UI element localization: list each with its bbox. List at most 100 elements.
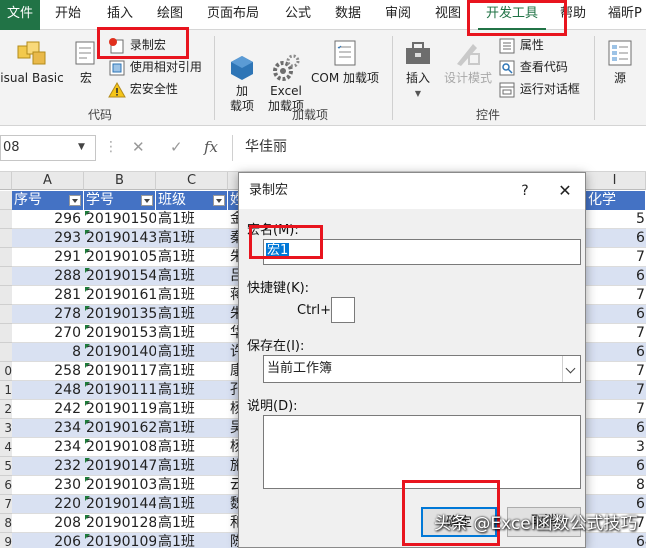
cell-class[interactable]: 高1班 xyxy=(156,286,228,305)
cell-student-id[interactable]: 20190119 xyxy=(84,400,156,419)
macro-name-input[interactable]: 宏1 xyxy=(263,239,581,265)
com-addins-button[interactable]: COM 加载项 xyxy=(308,38,382,86)
column-header-b[interactable]: B xyxy=(84,172,156,190)
cell-class[interactable]: 高1班 xyxy=(156,438,228,457)
cell-class[interactable]: 高1班 xyxy=(156,495,228,514)
cell-chemistry[interactable]: 64 xyxy=(634,533,646,548)
cell-student-id[interactable]: 20190153 xyxy=(84,324,156,343)
cell-chemistry[interactable]: 3 xyxy=(634,438,646,457)
cell-class[interactable]: 高1班 xyxy=(156,362,228,381)
row-header[interactable] xyxy=(0,248,12,267)
cell-seq[interactable]: 281 xyxy=(12,286,84,305)
cell-student-id[interactable]: 20190108 xyxy=(84,438,156,457)
cell-class[interactable]: 高1班 xyxy=(156,400,228,419)
cell-seq[interactable]: 291 xyxy=(12,248,84,267)
cell-chemistry[interactable]: 6 xyxy=(634,267,646,286)
filter-dropdown-icon[interactable] xyxy=(69,195,81,206)
cell-student-id[interactable]: 20190135 xyxy=(84,305,156,324)
tab-data[interactable]: 数据 xyxy=(328,0,368,30)
cell-seq[interactable]: 288 xyxy=(12,267,84,286)
column-header-i[interactable]: I xyxy=(584,172,646,190)
cell-seq[interactable]: 220 xyxy=(12,495,84,514)
row-header[interactable]: 9 xyxy=(0,533,12,548)
row-header[interactable] xyxy=(0,210,12,229)
cell-class[interactable]: 高1班 xyxy=(156,419,228,438)
tab-page-layout[interactable]: 页面布局 xyxy=(200,0,266,30)
cancel-entry-icon[interactable]: ✕ xyxy=(132,138,145,156)
properties-button[interactable]: 属性 xyxy=(498,35,544,55)
cell-chemistry[interactable]: 6 xyxy=(634,305,646,324)
cell-seq[interactable]: 234 xyxy=(12,438,84,457)
row-header[interactable] xyxy=(0,229,12,248)
chevron-down-icon[interactable] xyxy=(562,356,580,382)
cell-seq[interactable]: 296 xyxy=(12,210,84,229)
cell-student-id[interactable]: 20190105 xyxy=(84,248,156,267)
cell-chemistry[interactable]: 7 xyxy=(634,286,646,305)
filter-dropdown-icon[interactable] xyxy=(213,195,225,206)
row-header[interactable] xyxy=(0,267,12,286)
row-header[interactable]: 0 xyxy=(0,362,12,381)
xml-source-button[interactable]: 源 xyxy=(600,38,640,86)
visual-basic-button[interactable]: isual Basic xyxy=(0,38,64,86)
tab-draw[interactable]: 绘图 xyxy=(150,0,190,30)
row-header[interactable] xyxy=(0,324,12,343)
shortcut-key-input[interactable] xyxy=(331,297,355,323)
cell-student-id[interactable]: 20190128 xyxy=(84,514,156,533)
cell-student-id[interactable]: 20190150 xyxy=(84,210,156,229)
row-header[interactable]: 1 xyxy=(0,381,12,400)
insert-function-icon[interactable]: fx xyxy=(204,138,218,156)
cell-student-id[interactable]: 20190117 xyxy=(84,362,156,381)
store-in-select[interactable]: 当前工作簿 xyxy=(263,355,581,383)
cell-seq[interactable]: 8 xyxy=(12,343,84,362)
addins-button[interactable]: 加 载项 xyxy=(222,38,262,129)
row-header[interactable] xyxy=(0,305,12,324)
row-header[interactable]: 3 xyxy=(0,419,12,438)
cell-class[interactable]: 高1班 xyxy=(156,514,228,533)
tab-view[interactable]: 视图 xyxy=(428,0,468,30)
design-mode-button[interactable]: 设计模式 xyxy=(440,38,496,86)
row-header[interactable]: 7 xyxy=(0,495,12,514)
cell-class[interactable]: 高1班 xyxy=(156,248,228,267)
cell-student-id[interactable]: 20190154 xyxy=(84,267,156,286)
cell-student-id[interactable]: 20190143 xyxy=(84,229,156,248)
relative-references-button[interactable]: 使用相对引用 xyxy=(108,57,202,77)
cell-class[interactable]: 高1班 xyxy=(156,305,228,324)
select-all-corner[interactable] xyxy=(0,172,12,190)
row-header[interactable]: 6 xyxy=(0,476,12,495)
cell-class[interactable]: 高1班 xyxy=(156,343,228,362)
tab-help[interactable]: 帮助 xyxy=(560,0,594,30)
cell-student-id[interactable]: 20190162 xyxy=(84,419,156,438)
cell-student-id[interactable]: 20190111 xyxy=(84,381,156,400)
cell-student-id[interactable]: 20190144 xyxy=(84,495,156,514)
cell-class[interactable]: 高1班 xyxy=(156,457,228,476)
row-header[interactable] xyxy=(0,286,12,305)
cell-chemistry[interactable]: 6 xyxy=(634,229,646,248)
cell-student-id[interactable]: 20190161 xyxy=(84,286,156,305)
tab-review[interactable]: 审阅 xyxy=(378,0,418,30)
column-header-c[interactable]: C xyxy=(156,172,228,190)
cell-seq[interactable]: 258 xyxy=(12,362,84,381)
cell-student-id[interactable]: 20190147 xyxy=(84,457,156,476)
column-header-a[interactable]: A xyxy=(12,172,84,190)
cell-seq[interactable]: 293 xyxy=(12,229,84,248)
cell-class[interactable]: 高1班 xyxy=(156,533,228,548)
view-code-button[interactable]: 查看代码 xyxy=(498,57,568,77)
row-header[interactable]: 8 xyxy=(0,514,12,533)
description-textarea[interactable] xyxy=(263,415,581,489)
cell-seq[interactable]: 248 xyxy=(12,381,84,400)
tab-formulas[interactable]: 公式 xyxy=(278,0,318,30)
name-box-dropdown-icon[interactable]: ▼ xyxy=(78,142,85,152)
tab-foxit[interactable]: 福昕P xyxy=(608,0,646,30)
cell-chemistry[interactable]: 7 xyxy=(634,248,646,267)
cell-chemistry[interactable]: 7 xyxy=(634,324,646,343)
cell-chemistry[interactable]: 7 xyxy=(634,381,646,400)
cell-class[interactable]: 高1班 xyxy=(156,381,228,400)
cell-seq[interactable]: 242 xyxy=(12,400,84,419)
cell-class[interactable]: 高1班 xyxy=(156,229,228,248)
run-dialog-button[interactable]: 运行对话框 xyxy=(498,79,580,99)
cell-student-id[interactable]: 20190140 xyxy=(84,343,156,362)
cell-chemistry[interactable]: 6 xyxy=(634,343,646,362)
cell-class[interactable]: 高1班 xyxy=(156,267,228,286)
tab-home[interactable]: 开始 xyxy=(48,0,88,30)
cell-seq[interactable]: 208 xyxy=(12,514,84,533)
